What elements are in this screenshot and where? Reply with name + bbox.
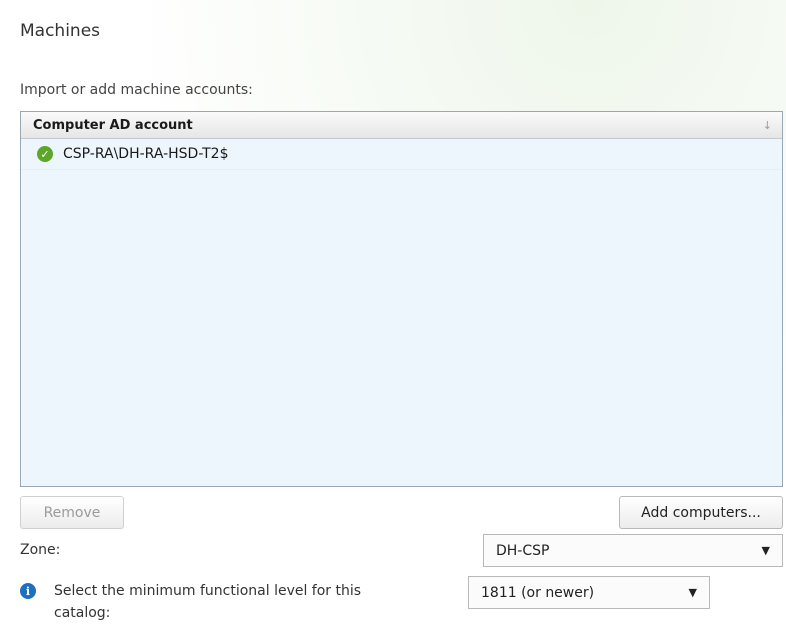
functional-level-select-value: 1811 (or newer) <box>481 584 595 601</box>
column-header-computer-ad-account[interactable]: Computer AD account ↓ <box>21 112 782 139</box>
zone-select-value: DH-CSP <box>496 542 550 559</box>
check-circle-icon: ✓ <box>37 146 53 162</box>
page-title: Machines <box>20 21 101 41</box>
zone-label: Zone: <box>20 542 61 558</box>
add-computers-button[interactable]: Add computers... <box>619 496 783 529</box>
chevron-down-icon: ▼ <box>688 586 697 599</box>
list-item[interactable]: ✓ CSP-RA\DH-RA-HSD-T2$ <box>21 139 782 170</box>
chevron-down-icon: ▼ <box>761 544 770 557</box>
machine-account-name: CSP-RA\DH-RA-HSD-T2$ <box>63 146 229 162</box>
machine-accounts-list[interactable]: Computer AD account ↓ ✓ CSP-RA\DH-RA-HSD… <box>20 111 783 487</box>
remove-button[interactable]: Remove <box>20 496 124 529</box>
import-machines-label: Import or add machine accounts: <box>20 82 253 98</box>
zone-select[interactable]: DH-CSP ▼ <box>483 534 783 567</box>
functional-level-label: Select the minimum functional level for … <box>54 583 362 621</box>
functional-level-select[interactable]: 1811 (or newer) ▼ <box>468 576 710 609</box>
info-icon: i <box>20 583 36 599</box>
sort-arrow-down-icon[interactable]: ↓ <box>763 119 772 132</box>
column-header-label: Computer AD account <box>33 117 193 133</box>
